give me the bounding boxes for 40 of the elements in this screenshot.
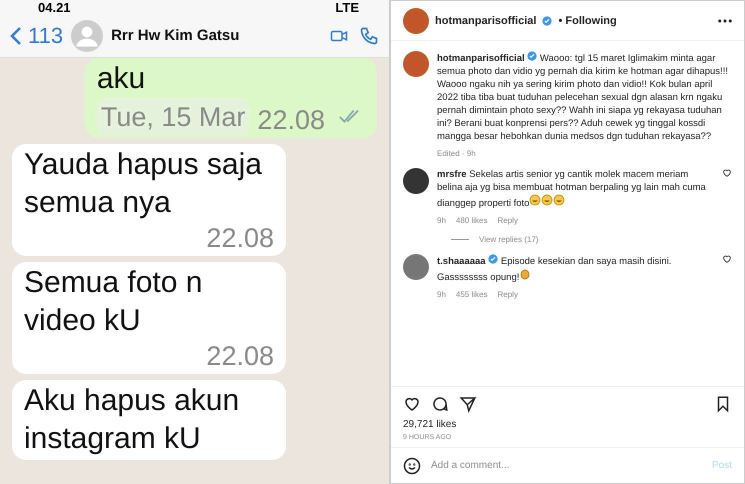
status-time: 04.21 <box>38 0 71 14</box>
laughing-face-icons <box>529 194 566 206</box>
like-icon <box>403 395 421 413</box>
message-text: Yauda hapus saja semua nya <box>24 147 263 221</box>
more-options-icon <box>718 18 732 24</box>
message-time: 22.08 <box>206 340 274 372</box>
commenter-avatar[interactable] <box>403 168 429 194</box>
message-text: aku <box>96 61 146 97</box>
smiley-icon <box>403 456 421 474</box>
reply-link[interactable]: Reply <box>497 290 518 299</box>
message-text: Semua foto n video kU <box>24 265 204 339</box>
message-time: 22.08 <box>257 104 325 136</box>
like-comment-icon <box>722 168 732 178</box>
comment-likes[interactable]: 480 likes <box>456 216 488 225</box>
contact-name: Rrr Hw Kim Gatsu <box>111 27 240 44</box>
post-caption: hotmanparisofficial Waooo: tgl 15 maret Iglimakim minta agar semua photo dan vidio yg pernah dia kirim ke hotman agar dihapus!!! Waooo ngaku nih ya sering kirim photo dan vidio!! Kok bulan april 2022 tiba tiba buat tuduhan pelecehan sexual dgn alasan krn ngaku pernah dimintain photo sexy?? Wahh ini siapa yg rekayasa tuduhan ini? Berani buat konprensi pers?? Aduh cewek yg tinggal kossdi mangga besar hebohkan dunia medsos dgn tuduhan rekayasa?? <box>437 51 729 143</box>
comment-likes[interactable]: 455 likes <box>456 290 488 299</box>
username-link[interactable]: hotmanparisofficial <box>435 14 536 26</box>
message-time: 22.08 <box>206 222 274 254</box>
comment-time: 9h <box>437 290 446 299</box>
comment-icon <box>431 395 449 413</box>
comment-text: mrsfre Sekelas artis senior yg cantik molek macem meriam belina aja yg bisa membuat hotman berpaling yg lain mah cuma dianggep properti foto <box>437 168 707 210</box>
edited-time: Edited · 9h <box>437 149 476 158</box>
comment-time: 9h <box>437 216 446 225</box>
network-label: LTE <box>335 0 359 14</box>
chevron-left-icon <box>10 26 22 46</box>
comment-text: t.shaaaaaa Episode kesekian dan saya masih disini. Gassssssss opung! <box>437 254 672 284</box>
following-label[interactable]: • Following <box>558 14 712 26</box>
share-icon <box>459 395 477 413</box>
back-button[interactable]: 113 <box>10 22 64 48</box>
view-replies-link[interactable]: View replies (17) <box>479 235 538 244</box>
date-chip: Tue, 15 Mar <box>96 98 250 136</box>
contact-avatar-icon <box>71 20 104 52</box>
message-text: Aku hapus akun instagram kU <box>24 383 240 457</box>
reply-link[interactable]: Reply <box>497 216 518 225</box>
profile-avatar[interactable] <box>403 8 429 34</box>
phone-icon <box>359 26 379 46</box>
like-comment-icon <box>722 254 732 264</box>
likes-count[interactable]: 29,721 likes <box>391 413 744 430</box>
profile-avatar[interactable] <box>403 51 429 77</box>
